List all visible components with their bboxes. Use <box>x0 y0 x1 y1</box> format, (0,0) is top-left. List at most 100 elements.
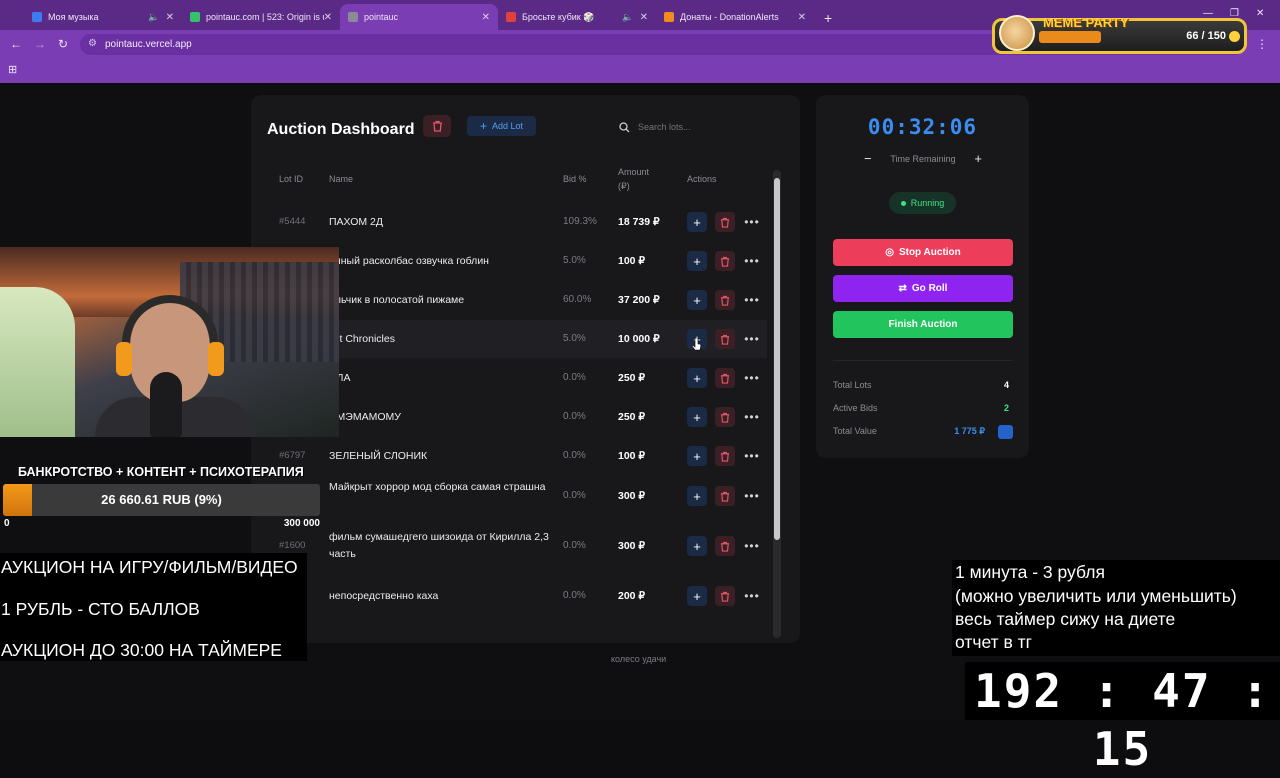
lot-name: олный расколбас озвучка гоблин <box>329 255 489 267</box>
divider <box>833 360 1013 361</box>
delete-lot-button[interactable] <box>715 586 735 606</box>
table-row[interactable]: Майкрыт хоррор мод сборка самая страшна 0… <box>267 472 767 520</box>
decrease-time-button[interactable]: − <box>864 151 872 166</box>
apps-grid-icon[interactable]: ⊞ <box>8 63 17 76</box>
tab-close-icon[interactable]: ✕ <box>324 12 332 23</box>
table-row[interactable]: ИМЭМАМОМУ 0.0% 250 ₽ + ••• <box>267 398 767 436</box>
browser-tab[interactable]: Моя музыка 🔈 ✕ <box>24 4 182 30</box>
eye-icon[interactable] <box>998 425 1013 439</box>
browser-menu-icon[interactable]: ⋮ <box>1256 37 1268 51</box>
add-lot-label: Add Lot <box>491 121 524 131</box>
auction-rules: АУКЦИОН НА ИГРУ/ФИЛЬМ/ВИДЕО 1 РУБЛЬ - СТ… <box>0 553 307 661</box>
table-row[interactable]: непосредственно каха 0.0% 200 ₽ + ••• <box>267 577 767 615</box>
table-row[interactable]: #5444 ПАХОМ 2Д 109.3% 18 739 ₽ + ••• <box>267 203 767 241</box>
clear-all-button[interactable] <box>423 115 451 137</box>
go-roll-button[interactable]: ⇄ Go Roll <box>833 275 1013 302</box>
delete-lot-button[interactable] <box>715 536 735 556</box>
finish-auction-button[interactable]: Finish Auction <box>833 311 1013 338</box>
col-lot-id[interactable]: Lot ID <box>279 174 303 184</box>
more-options-icon[interactable]: ••• <box>742 368 762 388</box>
delete-lot-button[interactable] <box>715 407 735 427</box>
new-tab-button[interactable]: + <box>814 10 842 30</box>
stat-label: Total Value <box>833 426 877 436</box>
tab-close-icon[interactable]: ✕ <box>166 12 174 23</box>
more-options-icon[interactable]: ••• <box>742 290 762 310</box>
delete-lot-button[interactable] <box>715 329 735 349</box>
table-row[interactable]: #6797 ЗЕЛЕНЫЙ СЛОНИК 0.0% 100 ₽ + ••• <box>267 437 767 475</box>
search-input[interactable] <box>638 122 758 132</box>
lot-name: ilet Chronicles <box>329 333 395 345</box>
more-options-icon[interactable]: ••• <box>742 446 762 466</box>
delete-lot-button[interactable] <box>715 446 735 466</box>
auction-timer: 00:32:06 <box>867 115 978 139</box>
table-row[interactable]: #1600 фильм сумашедгего шизоида от Кирилл… <box>267 522 767 570</box>
close-window-icon[interactable]: ✕ <box>1256 8 1264 19</box>
add-bid-button[interactable]: + <box>687 586 707 606</box>
wheel-of-fortune-link[interactable]: колесо удачи <box>611 654 666 664</box>
add-bid-button[interactable]: + <box>687 536 707 556</box>
delete-lot-button[interactable] <box>715 251 735 271</box>
table-row[interactable]: олный расколбас озвучка гоблин 5.0% 100 ₽ +… <box>267 242 767 280</box>
tab-close-icon[interactable]: ✕ <box>798 12 806 23</box>
table-row[interactable]: ИЛА 0.0% 250 ₽ + ••• <box>267 359 767 397</box>
tab-close-icon[interactable]: ✕ <box>482 12 490 23</box>
add-bid-button[interactable]: + <box>687 290 707 310</box>
add-lot-button[interactable]: + Add Lot <box>467 116 536 136</box>
trash-icon <box>720 295 730 306</box>
bookmarks-bar: ⊞ <box>0 58 1280 83</box>
add-bid-button[interactable]: + <box>687 368 707 388</box>
browser-tab[interactable]: pointauc ✕ <box>340 4 498 30</box>
delete-lot-button[interactable] <box>715 212 735 232</box>
tab-title: Бросьте кубик 🎲 <box>522 11 595 22</box>
col-amount-unit: (₽) <box>618 181 630 191</box>
col-name[interactable]: Name <box>329 174 353 184</box>
reload-icon[interactable]: ↻ <box>58 37 68 51</box>
speaker-icon[interactable]: 🔈 <box>148 12 159 23</box>
more-options-icon[interactable]: ••• <box>742 407 762 427</box>
delete-lot-button[interactable] <box>715 290 735 310</box>
add-bid-button[interactable]: + <box>687 486 707 506</box>
tab-title: Моя музыка <box>48 12 99 22</box>
more-options-icon[interactable]: ••• <box>742 486 762 506</box>
tab-close-icon[interactable]: ✕ <box>640 12 648 23</box>
forward-icon[interactable]: → <box>34 37 46 51</box>
more-options-icon[interactable]: ••• <box>742 329 762 349</box>
add-bid-button[interactable]: + <box>687 251 707 271</box>
add-bid-button[interactable]: + <box>687 407 707 427</box>
add-bid-button[interactable]: + <box>687 446 707 466</box>
table-scrollbar[interactable] <box>773 170 781 638</box>
lot-amount: 10 000 ₽ <box>618 333 660 345</box>
site-info-icon[interactable]: ⚙ <box>88 38 97 49</box>
add-bid-button[interactable]: + <box>687 212 707 232</box>
timer-panel: 00:32:06 − Time Remaining + Running ◎ St… <box>816 95 1029 458</box>
more-options-icon[interactable]: ••• <box>742 586 762 606</box>
lot-bid-percent: 0.0% <box>563 490 586 501</box>
time-remaining-label: Time Remaining <box>890 153 956 164</box>
stop-auction-button[interactable]: ◎ Stop Auction <box>833 239 1013 266</box>
delete-lot-button[interactable] <box>715 486 735 506</box>
lot-amount: 300 ₽ <box>618 490 646 502</box>
lot-bid-percent: 0.0% <box>563 411 586 422</box>
browser-tab[interactable]: pointauc.com | 523: Origin is u ✕ <box>182 4 340 30</box>
tab-favicon-icon <box>664 12 674 22</box>
back-icon[interactable]: ← <box>10 37 22 51</box>
search-box <box>619 119 769 135</box>
more-options-icon[interactable]: ••• <box>742 212 762 232</box>
more-options-icon[interactable]: ••• <box>742 251 762 271</box>
headset-ear-right <box>208 342 224 376</box>
lots-table: #5444 ПАХОМ 2Д 109.3% 18 739 ₽ + ••• олный рас… <box>267 203 767 623</box>
increase-time-button[interactable]: + <box>974 151 982 166</box>
col-amount[interactable]: Amount <box>618 167 649 177</box>
lot-amount: 100 ₽ <box>618 450 646 462</box>
scrollbar-thumb[interactable] <box>774 178 780 540</box>
speaker-icon[interactable]: 🔈 <box>622 12 633 23</box>
browser-tab[interactable]: Донаты - DonationAlerts ✕ <box>656 4 814 30</box>
more-options-icon[interactable]: ••• <box>742 536 762 556</box>
meme-progress-bar <box>1039 31 1101 43</box>
table-row[interactable]: альчик в полосатой пижаме 60.0% 37 200 ₽ + •… <box>267 281 767 319</box>
stat-label: Active Bids <box>833 403 878 413</box>
delete-lot-button[interactable] <box>715 368 735 388</box>
lot-id: #1600 <box>279 540 306 551</box>
browser-tab[interactable]: Бросьте кубик 🎲 🔈 ✕ <box>498 4 656 30</box>
col-bid[interactable]: Bid % <box>563 174 587 184</box>
